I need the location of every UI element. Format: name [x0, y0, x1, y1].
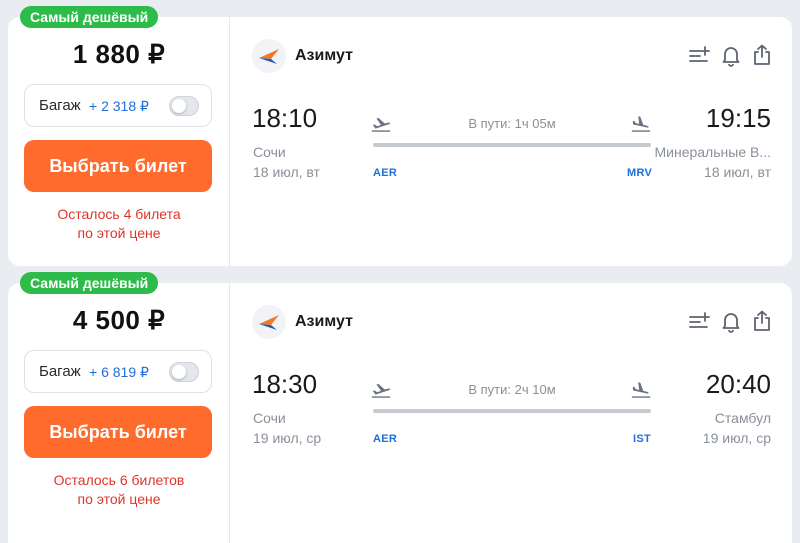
departure-time: 18:10 [252, 103, 318, 133]
add-to-list-icon[interactable] [687, 309, 711, 333]
flight-offer-card: 4 500 ₽ Багаж + 6 819 ₽ Выбрать билет Ос… [8, 283, 792, 543]
departure-date: 19 июл, ср [253, 430, 322, 446]
plane-takeoff-icon [370, 379, 392, 401]
arrival-city: Минеральные В... [654, 144, 771, 160]
share-icon[interactable] [750, 43, 774, 67]
baggage-option[interactable]: Багаж + 6 819 ₽ [24, 350, 212, 393]
baggage-toggle[interactable] [169, 362, 199, 382]
baggage-label: Багаж [39, 363, 81, 380]
tickets-left-line2: по этой цене [77, 225, 161, 241]
plane-landing-icon [630, 113, 652, 135]
bell-icon[interactable] [719, 43, 743, 67]
toggle-knob [172, 365, 186, 379]
departure-time: 18:30 [252, 369, 318, 399]
flight-details: Азимут 18:30 20:40 Сочи Стамбул 19 июл, … [230, 283, 792, 543]
airline-logo [252, 39, 286, 73]
airline-name: Азимут [295, 313, 353, 330]
flight-details: Азимут 18:10 19:15 Сочи Минеральные В...… [230, 17, 792, 266]
arrival-time: 19:15 [705, 103, 771, 133]
route-line [373, 409, 651, 413]
baggage-price: + 2 318 ₽ [89, 98, 149, 114]
cheapest-badge: Самый дешёвый [20, 6, 159, 28]
cheapest-badge: Самый дешёвый [20, 272, 159, 294]
arrival-city: Стамбул [714, 410, 771, 426]
plane-landing-icon [630, 379, 652, 401]
departure-airport-code: AER [373, 433, 398, 445]
tickets-left-notice: Осталось 6 билетов по этой цене [8, 471, 230, 509]
share-icon[interactable] [750, 309, 774, 333]
flight-offer-card: 1 880 ₽ Багаж + 2 318 ₽ Выбрать билет Ос… [8, 17, 792, 266]
flight-duration: В пути: 1ч 05м [468, 116, 556, 131]
baggage-price: + 6 819 ₽ [89, 364, 149, 380]
price-panel: 1 880 ₽ Багаж + 2 318 ₽ Выбрать билет Ос… [8, 17, 230, 266]
arrival-date: 18 июл, вт [704, 164, 771, 180]
plane-takeoff-icon [370, 113, 392, 135]
arrival-airport-code: MRV [627, 167, 653, 179]
tickets-left-line1: Осталось 4 билета [57, 206, 181, 222]
select-ticket-button[interactable]: Выбрать билет [24, 406, 212, 458]
departure-date: 18 июл, вт [253, 164, 320, 180]
departure-city: Сочи [253, 410, 286, 426]
baggage-option[interactable]: Багаж + 2 318 ₽ [24, 84, 212, 127]
airline-logo [252, 305, 286, 339]
departure-airport-code: AER [373, 167, 398, 179]
price-panel: 4 500 ₽ Багаж + 6 819 ₽ Выбрать билет Ос… [8, 283, 230, 543]
arrival-time: 20:40 [705, 369, 771, 399]
bell-icon[interactable] [719, 309, 743, 333]
route-line [373, 143, 651, 147]
ticket-price: 1 880 ₽ [72, 39, 166, 69]
arrival-airport-code: IST [632, 433, 651, 445]
baggage-toggle[interactable] [169, 96, 199, 116]
tickets-left-line1: Осталось 6 билетов [53, 472, 185, 488]
ticket-price: 4 500 ₽ [72, 305, 166, 335]
airline-name: Азимут [295, 47, 353, 64]
tickets-left-line2: по этой цене [77, 491, 161, 507]
baggage-label: Багаж [39, 97, 81, 114]
select-ticket-button[interactable]: Выбрать билет [24, 140, 212, 192]
toggle-knob [172, 99, 186, 113]
tickets-left-notice: Осталось 4 билета по этой цене [8, 205, 230, 243]
departure-city: Сочи [253, 144, 286, 160]
add-to-list-icon[interactable] [687, 43, 711, 67]
arrival-date: 19 июл, ср [702, 430, 771, 446]
flight-duration: В пути: 2ч 10м [468, 382, 556, 397]
